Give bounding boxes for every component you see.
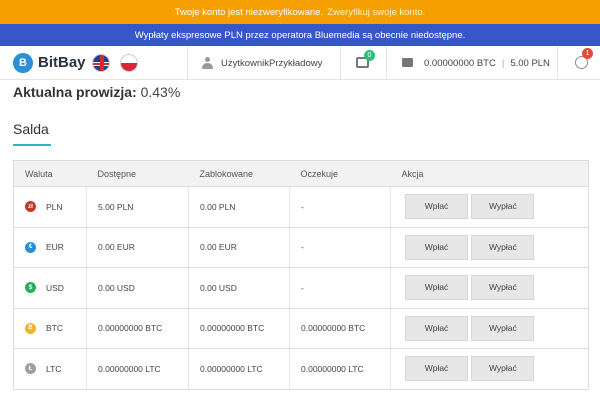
nav-divider: [386, 46, 387, 80]
info-banner-text: Wypłaty ekspresowe PLN przez operatora B…: [134, 29, 466, 41]
user-icon: [202, 57, 213, 69]
commission-label: Aktualna prowizja:: [13, 84, 137, 100]
deposit-button[interactable]: Wpłać: [405, 356, 468, 382]
table-header-row: Waluta Dostępne Zablokowane Oczekuje Akc…: [13, 160, 589, 187]
currency-cell: € EUR: [13, 227, 87, 268]
locked-cell: 0.00000000 BTC: [188, 308, 290, 349]
balance-summary[interactable]: 0.00000000 BTC | 5.00 PLN: [424, 46, 550, 80]
top-navbar: B BitBay UżytkownikPrzykładowy 0 0.00000…: [0, 46, 600, 80]
bitbay-logo[interactable]: B BitBay: [13, 52, 86, 73]
nav-divider: [557, 46, 558, 80]
info-banner: Wypłaty ekspresowe PLN przez operatora B…: [0, 24, 600, 46]
available-cell: 5.00 PLN: [86, 186, 189, 228]
unverified-banner-text: Twoje konto jest niezweryfikowane.: [174, 6, 324, 18]
available-cell: 0.00000000 LTC: [86, 348, 189, 390]
bitbay-logo-icon: B: [13, 52, 33, 73]
withdraw-button[interactable]: Wypłać: [471, 234, 535, 260]
header-locked: Zablokowane: [188, 160, 290, 187]
balance-pln: 5.00 PLN: [510, 57, 550, 69]
locked-cell: 0.00 EUR: [188, 227, 290, 268]
pending-cell: -: [289, 267, 391, 309]
user-menu[interactable]: UżytkownikPrzykładowy: [202, 46, 322, 80]
available-cell: 0.00000000 BTC: [86, 308, 189, 349]
current-commission: Aktualna prowizja: 0.43%: [13, 84, 180, 100]
action-cell: Wpłać Wypłać: [390, 267, 589, 309]
balance-divider: |: [501, 57, 505, 69]
header-pending: Oczekuje: [289, 160, 391, 187]
table-row: Ł LTC 0.00000000 LTC 0.00000000 LTC 0.00…: [13, 348, 589, 390]
header-available: Dostępne: [86, 160, 189, 187]
table-row: $ USD 0.00 USD 0.00 USD - Wpłać Wypłać: [13, 267, 589, 309]
notification-count-badge: 0: [364, 50, 375, 61]
deposit-button[interactable]: Wpłać: [405, 315, 468, 341]
currency-cell: $ USD: [13, 267, 87, 309]
usd-coin-icon: $: [25, 282, 36, 294]
withdraw-button[interactable]: Wypłać: [471, 315, 535, 341]
deposit-button[interactable]: Wpłać: [405, 275, 468, 301]
withdraw-button[interactable]: Wypłać: [471, 275, 535, 301]
header-currency: Waluta: [13, 160, 87, 187]
nav-divider: [340, 46, 341, 80]
currency-cell: Ł LTC: [13, 348, 87, 390]
ltc-coin-icon: Ł: [25, 363, 36, 375]
locked-cell: 0.00 PLN: [188, 186, 290, 228]
currency-code: PLN: [46, 201, 63, 212]
action-cell: Wpłać Wypłać: [390, 308, 589, 349]
table-row: € EUR 0.00 EUR 0.00 EUR - Wpłać Wypłać: [13, 227, 589, 268]
locked-cell: 0.00000000 LTC: [188, 348, 290, 390]
withdraw-button[interactable]: Wypłać: [471, 356, 535, 382]
pending-cell: -: [289, 186, 391, 228]
username: UżytkownikPrzykładowy: [221, 57, 323, 69]
withdraw-button[interactable]: Wypłać: [471, 194, 535, 220]
deposit-button[interactable]: Wpłać: [405, 194, 468, 220]
header-action: Akcja: [390, 160, 589, 187]
alert-count-badge: 1: [582, 48, 593, 59]
pending-cell: 0.00000000 LTC: [289, 348, 391, 390]
currency-cell: B BTC: [13, 308, 87, 349]
title-underline: [13, 144, 51, 146]
locked-cell: 0.00 USD: [188, 267, 290, 309]
table-row: zł PLN 5.00 PLN 0.00 PLN - Wpłać Wypłać: [13, 186, 589, 228]
unverified-account-banner: Twoje konto jest niezweryfikowane. Zwery…: [0, 0, 600, 24]
eur-coin-icon: €: [25, 241, 36, 253]
nav-divider: [187, 46, 188, 80]
deposit-button[interactable]: Wpłać: [405, 234, 468, 260]
uk-flag-icon[interactable]: [92, 54, 110, 72]
commission-value: 0.43%: [140, 84, 181, 100]
balances-title: Salda: [13, 121, 49, 137]
balance-btc: 0.00000000 BTC: [424, 57, 496, 69]
wallet-icon: [402, 58, 413, 67]
currency-code: USD: [46, 282, 64, 293]
pending-cell: -: [289, 227, 391, 268]
balances-table: Waluta Dostępne Zablokowane Oczekuje Akc…: [13, 160, 589, 390]
currency-code: BTC: [46, 323, 63, 334]
currency-code: EUR: [46, 242, 64, 253]
currency-code: LTC: [46, 363, 62, 374]
pln-coin-icon: zł: [25, 201, 36, 213]
action-cell: Wpłać Wypłać: [390, 227, 589, 268]
currency-cell: zł PLN: [13, 186, 87, 228]
bitbay-logo-text: BitBay: [38, 54, 86, 71]
poland-flag-icon[interactable]: [120, 54, 138, 72]
available-cell: 0.00 USD: [86, 267, 189, 309]
action-cell: Wpłać Wypłać: [390, 348, 589, 390]
action-cell: Wpłać Wypłać: [390, 186, 589, 228]
available-cell: 0.00 EUR: [86, 227, 189, 268]
pending-cell: 0.00000000 BTC: [289, 308, 391, 349]
table-row: B BTC 0.00000000 BTC 0.00000000 BTC 0.00…: [13, 308, 589, 349]
verify-account-link[interactable]: Zweryfikuj swoje konto.: [327, 7, 425, 18]
btc-coin-icon: B: [25, 322, 36, 334]
